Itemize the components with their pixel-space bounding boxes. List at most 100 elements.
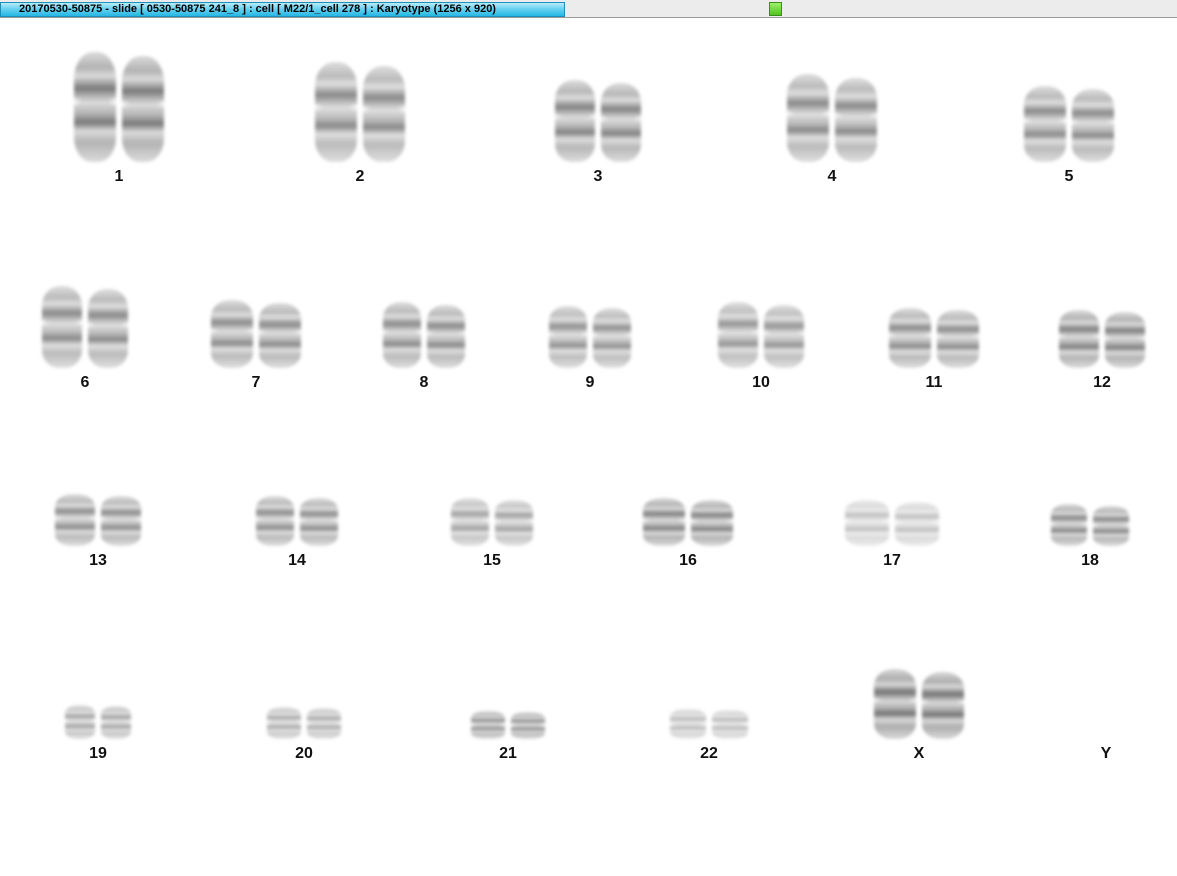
chromosome-3-centromere bbox=[598, 116, 644, 121]
chromosome-4-centromere bbox=[832, 113, 880, 118]
chromosome-4-pair[interactable] bbox=[784, 74, 880, 162]
chromosome-7-centromere bbox=[208, 329, 256, 333]
chromosome-11-centromere bbox=[934, 334, 982, 338]
chromosome-18-right[interactable] bbox=[1090, 506, 1132, 546]
chromosome-1-right[interactable] bbox=[119, 56, 167, 162]
chromosome-20-right[interactable] bbox=[304, 708, 344, 739]
chromosome-3-pair[interactable] bbox=[552, 80, 644, 162]
chromosome-12-left[interactable] bbox=[1056, 310, 1102, 368]
chromosome-13-right[interactable] bbox=[98, 496, 144, 546]
chromosome-9-pair[interactable] bbox=[546, 306, 634, 368]
chromosome-7-label: 7 bbox=[251, 374, 261, 391]
chromosome-3-right[interactable] bbox=[598, 83, 644, 162]
chromosome-x-centromere bbox=[871, 698, 919, 702]
chromosome-7-right[interactable] bbox=[256, 303, 304, 368]
chromosome-5-right[interactable] bbox=[1069, 89, 1117, 162]
chromosome-15-right[interactable] bbox=[492, 500, 536, 546]
chromosome-8-pair[interactable] bbox=[380, 302, 468, 368]
chromosome-8-right[interactable] bbox=[424, 305, 468, 368]
chromosome-19-right[interactable] bbox=[98, 706, 134, 739]
chromosome-15-left[interactable] bbox=[448, 498, 492, 546]
chromosome-x-right[interactable] bbox=[919, 672, 967, 739]
chromosome-15-centromere bbox=[492, 519, 536, 523]
chromosome-2-centromere bbox=[312, 104, 360, 110]
chromosome-17-centromere bbox=[842, 519, 892, 523]
chromosome-4-left[interactable] bbox=[784, 74, 832, 162]
chromosome-6-centromere bbox=[39, 320, 85, 325]
chromosome-1-pair[interactable] bbox=[71, 52, 167, 162]
chromosome-1-centromere bbox=[71, 98, 119, 105]
chromosome-14-left[interactable] bbox=[253, 496, 297, 546]
chromosome-18-centromere bbox=[1090, 523, 1132, 527]
chromosome-6-right[interactable] bbox=[85, 289, 131, 368]
chromosome-1-centromere bbox=[119, 101, 167, 107]
chromosome-12-centromere bbox=[1056, 334, 1102, 338]
chromosome-18-centromere bbox=[1048, 522, 1090, 526]
chromosome-5-pair[interactable] bbox=[1021, 86, 1117, 162]
chromosome-12-pair[interactable] bbox=[1056, 310, 1148, 368]
chromosome-21-left[interactable] bbox=[468, 711, 508, 739]
chromosome-7-pair[interactable] bbox=[208, 300, 304, 368]
chromosome-11-right[interactable] bbox=[934, 310, 982, 368]
chromosome-19-centromere bbox=[98, 720, 134, 724]
chromosome-4-centromere bbox=[784, 111, 832, 116]
chromosome-19-centromere bbox=[62, 719, 98, 723]
chromosome-15-pair[interactable] bbox=[448, 498, 536, 546]
chromosome-17-label: 17 bbox=[883, 552, 901, 569]
window-title[interactable]: 20170530-50875 - slide [ 0530-50875 241_… bbox=[0, 2, 565, 17]
chromosome-22-right[interactable] bbox=[709, 710, 751, 739]
chromosome-18-pair[interactable] bbox=[1048, 504, 1132, 546]
chromosome-7-centromere bbox=[256, 330, 304, 334]
chromosome-22-pair[interactable] bbox=[667, 709, 751, 739]
chromosome-11-left[interactable] bbox=[886, 308, 934, 368]
chromosome-22-left[interactable] bbox=[667, 709, 709, 739]
chromosome-2-right[interactable] bbox=[360, 66, 408, 162]
chromosome-1-label: 1 bbox=[114, 168, 124, 185]
chromosome-10-left[interactable] bbox=[715, 302, 761, 368]
chromosome-16-pair[interactable] bbox=[640, 498, 736, 546]
chromosome-6-pair[interactable] bbox=[39, 286, 131, 368]
chromosome-8-label: 8 bbox=[419, 374, 429, 391]
chromosome-7-left[interactable] bbox=[208, 300, 256, 368]
chromosome-11-pair[interactable] bbox=[886, 308, 982, 368]
title-bar: 20170530-50875 - slide [ 0530-50875 241_… bbox=[0, 0, 1177, 18]
chromosome-21-right[interactable] bbox=[508, 712, 548, 739]
chromosome-10-pair[interactable] bbox=[715, 302, 807, 368]
chromosome-19-pair[interactable] bbox=[62, 705, 134, 739]
chromosome-5-label: 5 bbox=[1064, 168, 1074, 185]
chromosome-16-right[interactable] bbox=[688, 500, 736, 546]
chromosome-x-pair[interactable] bbox=[871, 669, 967, 739]
chromosome-18-left[interactable] bbox=[1048, 504, 1090, 546]
chromosome-21-pair[interactable] bbox=[468, 711, 548, 739]
chromosome-19-label: 19 bbox=[89, 745, 107, 762]
chromosome-14-pair[interactable] bbox=[253, 496, 341, 546]
chromosome-5-centromere bbox=[1069, 120, 1117, 124]
chromosome-13-left[interactable] bbox=[52, 494, 98, 546]
chromosome-9-centromere bbox=[590, 333, 634, 337]
chromosome-9-right[interactable] bbox=[590, 308, 634, 368]
chromosome-1-left[interactable] bbox=[71, 52, 119, 162]
chromosome-2-pair[interactable] bbox=[312, 62, 408, 162]
chromosome-17-pair[interactable] bbox=[842, 500, 942, 546]
chromosome-x-left[interactable] bbox=[871, 669, 919, 739]
chromosome-12-right[interactable] bbox=[1102, 312, 1148, 368]
chromosome-10-label: 10 bbox=[752, 374, 770, 391]
chromosome-17-left[interactable] bbox=[842, 500, 892, 546]
chromosome-10-right[interactable] bbox=[761, 305, 807, 368]
chromosome-20-left[interactable] bbox=[264, 707, 304, 739]
chromosome-17-right[interactable] bbox=[892, 502, 942, 546]
chromosome-16-left[interactable] bbox=[640, 498, 688, 546]
chromosome-4-right[interactable] bbox=[832, 78, 880, 162]
chromosome-13-pair[interactable] bbox=[52, 494, 144, 546]
chromosome-2-left[interactable] bbox=[312, 62, 360, 162]
chromosome-20-pair[interactable] bbox=[264, 707, 344, 739]
chromosome-8-left[interactable] bbox=[380, 302, 424, 368]
chromosome-6-left[interactable] bbox=[39, 286, 85, 368]
chromosome-9-left[interactable] bbox=[546, 306, 590, 368]
chromosome-19-left[interactable] bbox=[62, 705, 98, 739]
chromosome-15-label: 15 bbox=[483, 552, 501, 569]
chromosome-14-right[interactable] bbox=[297, 498, 341, 546]
chromosome-5-left[interactable] bbox=[1021, 86, 1069, 162]
chromosome-16-label: 16 bbox=[679, 552, 697, 569]
chromosome-3-left[interactable] bbox=[552, 80, 598, 162]
